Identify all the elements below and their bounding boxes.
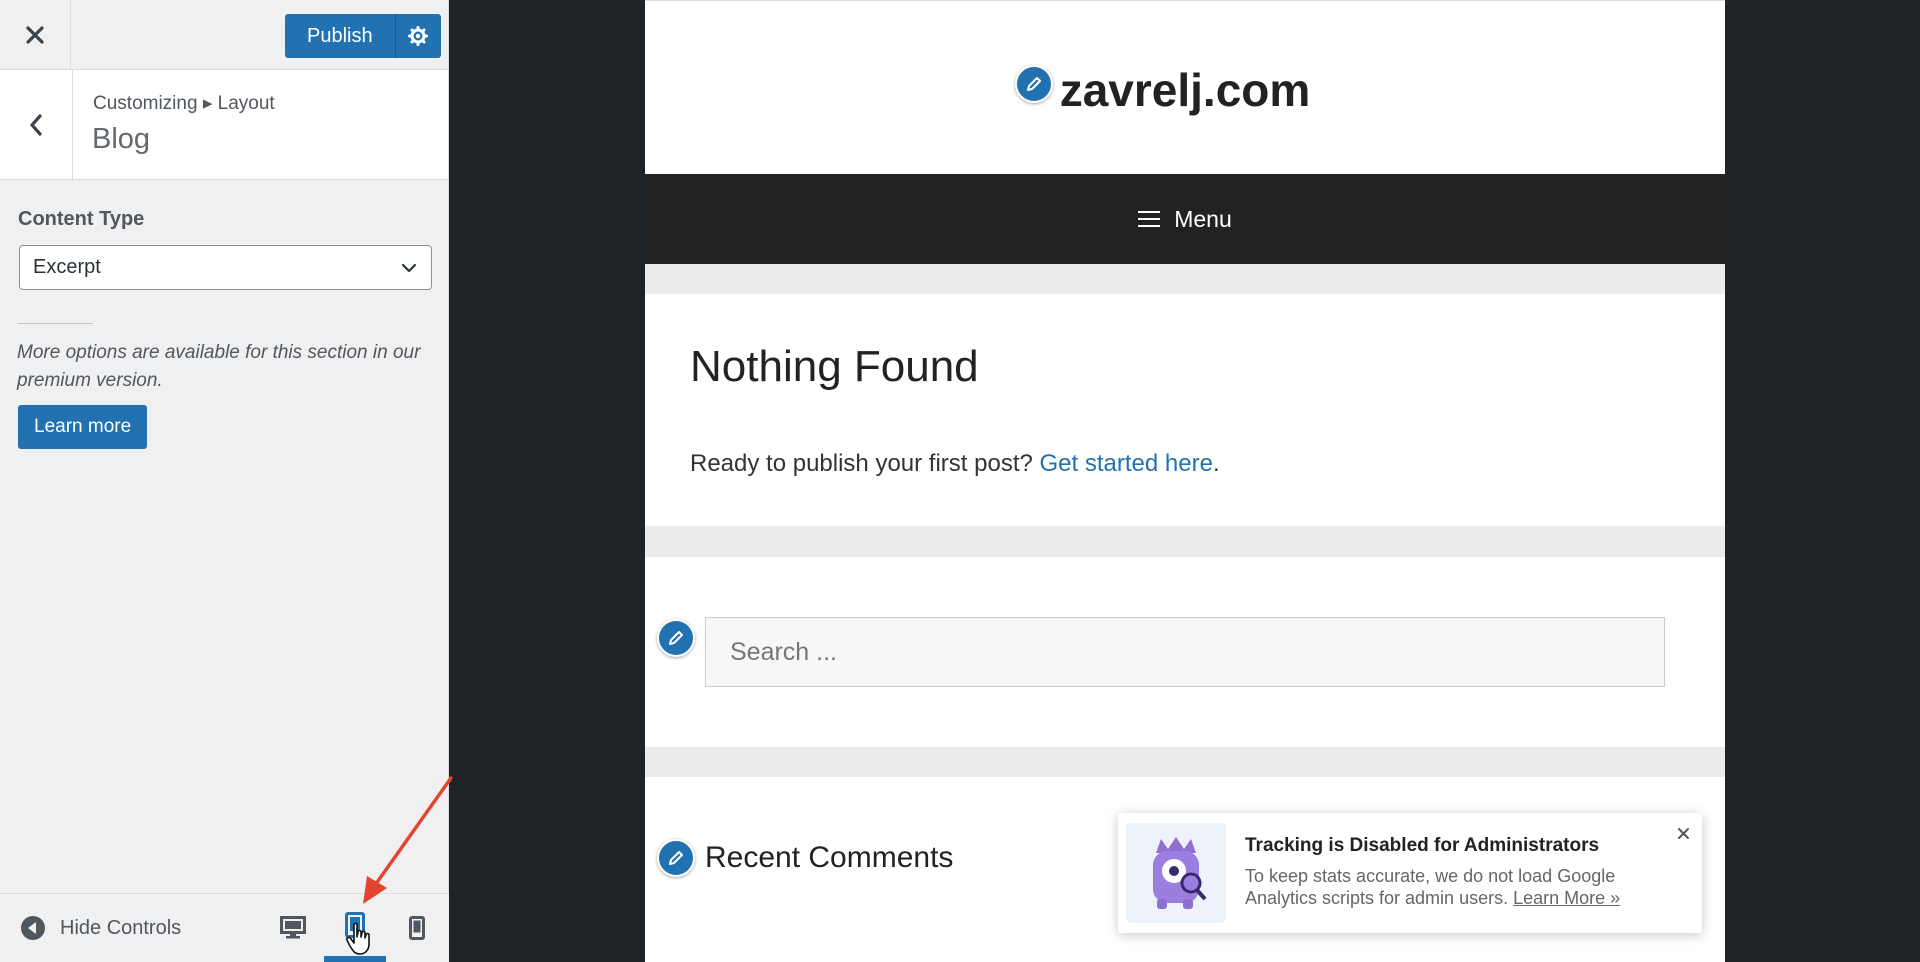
nothing-found-card: Nothing Found Ready to publish your firs… [645,294,1725,526]
mobile-icon [409,916,425,940]
back-button[interactable] [0,70,73,180]
desktop-icon [280,916,306,939]
chevron-down-icon [401,263,417,273]
search-input[interactable]: Search ... [705,617,1665,687]
hamburger-icon [1138,211,1161,227]
search-widget: Search ... [645,557,1725,747]
menu-label: Menu [1174,205,1232,232]
notice-title: Tracking is Disabled for Administrators [1245,835,1600,856]
hide-controls-label: Hide Controls [60,916,182,939]
publish-group: Publish [285,14,441,58]
hide-controls-button[interactable]: Hide Controls [20,894,181,962]
close-icon [26,26,44,44]
notice-learn-more-link[interactable]: Learn More » [1513,888,1620,908]
customizer-header: Publish [0,0,448,70]
gear-icon [408,26,429,46]
edit-recent-comments-shortcut[interactable] [657,839,695,877]
nothing-found-suffix: . [1212,450,1220,477]
breadcrumb: Customizing ▸ Layout [93,93,275,114]
content-type-select[interactable]: Excerpt [19,245,432,290]
nothing-found-text: Ready to publish your first post? Get st… [690,450,1220,478]
section-title: Blog [92,123,151,155]
edit-search-widget-shortcut[interactable] [657,619,695,657]
publish-button[interactable]: Publish [285,14,395,58]
close-customizer-button[interactable] [0,0,71,70]
monster-mascot-icon [1126,823,1226,923]
recent-comments-title: Recent Comments [705,841,954,874]
section-header: Customizing ▸ Layout Blog [0,70,448,180]
device-desktop-button[interactable] [262,894,324,962]
pencil-icon [669,631,683,645]
notice-text: To keep stats accurate, we do not load G… [1245,865,1665,909]
arrow-left-circle-icon [21,916,45,940]
hand-cursor-icon [346,922,370,955]
get-started-link[interactable]: Get started here [1040,450,1213,477]
site-title[interactable]: zavrelj.com [645,63,1725,117]
publish-settings-button[interactable] [394,14,441,58]
notice-close-button[interactable] [1677,823,1690,846]
chevron-left-icon [30,114,42,136]
menu-toggle[interactable]: Menu [645,174,1725,264]
pencil-icon [669,851,683,865]
premium-note: More options are available for this sect… [17,342,421,391]
content-type-selected-value: Excerpt [33,256,101,278]
divider [18,323,93,324]
close-icon [1678,828,1689,839]
tracking-notice: Tracking is Disabled for Administrators … [1118,813,1702,933]
site-header: zavrelj.com [645,0,1725,174]
nothing-found-title: Nothing Found [690,342,979,391]
learn-more-button[interactable]: Learn more [18,405,148,449]
content-type-label: Content Type [18,208,145,230]
annotation-arrow [363,776,453,904]
nothing-found-prefix: Ready to publish your first post? [690,450,1040,477]
